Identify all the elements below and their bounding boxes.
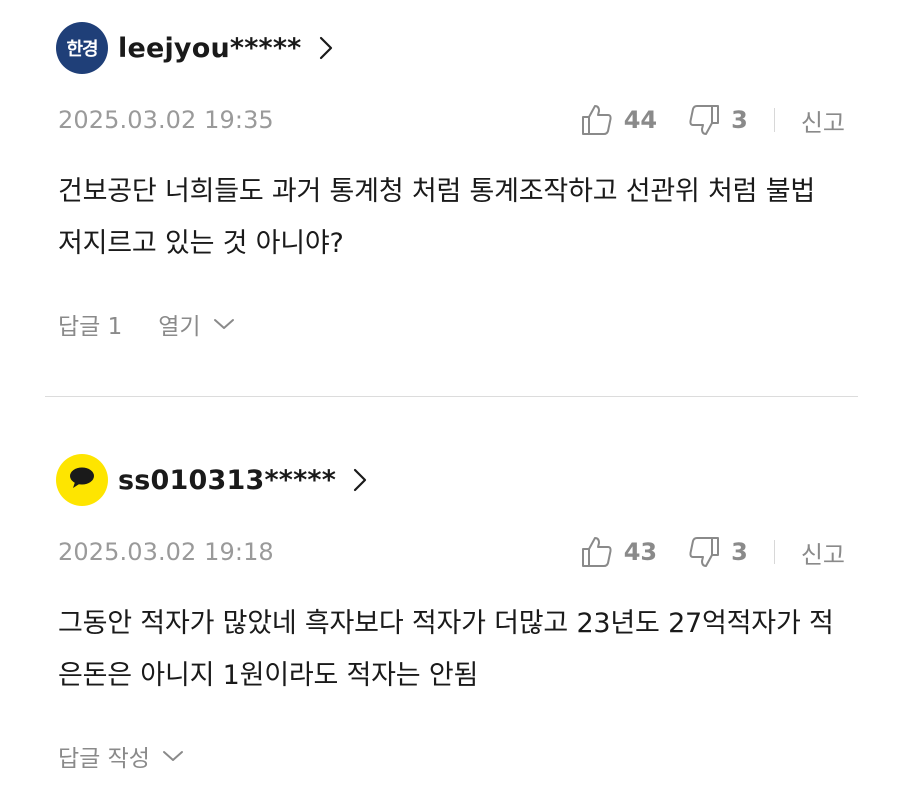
avatar [56,454,108,506]
report-button[interactable]: 신고 [801,535,845,570]
comment-text: 건보공단 너희들도 과거 통계청 처럼 통계조작하고 선관위 처럼 불법 저지르… [58,176,815,259]
avatar-text: 한경 [66,39,98,60]
thumbs-up-icon [580,103,614,137]
author-name: leejyou***** [118,32,302,64]
like-button[interactable]: 43 [580,535,657,569]
comment-separator [45,396,858,397]
dislike-count: 3 [731,106,748,134]
author-profile-link[interactable]: ss010313***** [56,454,368,506]
open-replies-button[interactable]: 열기 [158,307,234,341]
divider [773,540,775,564]
chevron-right-icon [318,36,334,60]
divider [773,108,775,132]
write-reply-button[interactable]: 답글 작성 [58,739,184,773]
like-count: 43 [623,538,658,566]
dislike-button[interactable]: 3 [687,535,748,569]
thumbs-up-icon [580,535,614,569]
reply-row: 답글 작성 [58,738,184,774]
kakao-talk-icon [68,466,96,494]
reply-count-link[interactable]: 답글 1 [58,307,122,341]
open-replies-label: 열기 [158,314,201,340]
comment-actions: 44 3 신고 [580,103,845,138]
thumbs-down-icon [687,535,721,569]
comment-text: 그동안 적자가 많았네 흑자보다 적자가 더많고 23년도 27억적자가 적은돈… [58,608,834,691]
like-count: 44 [623,106,658,134]
write-reply-label: 답글 작성 [58,746,150,772]
comment-meta: 2025.03.02 19:35 44 3 신고 [58,100,845,140]
chevron-down-icon [213,317,235,331]
comment-date: 2025.03.02 19:18 [58,538,274,566]
author-name: ss010313***** [118,464,337,496]
thumbs-down-icon [687,103,721,137]
comment-meta: 2025.03.02 19:18 43 3 신고 [58,532,845,572]
like-button[interactable]: 44 [580,103,657,137]
report-button[interactable]: 신고 [801,103,845,138]
comment-date: 2025.03.02 19:35 [58,106,274,134]
dislike-button[interactable]: 3 [687,103,748,137]
comment-actions: 43 3 신고 [580,535,845,570]
dislike-count: 3 [731,538,748,566]
avatar: 한경 [56,22,108,74]
author-profile-link[interactable]: 한경 leejyou***** [56,22,334,74]
reply-row: 답글 1 열기 [58,306,235,342]
chevron-down-icon [162,749,184,763]
chevron-right-icon [352,468,368,492]
